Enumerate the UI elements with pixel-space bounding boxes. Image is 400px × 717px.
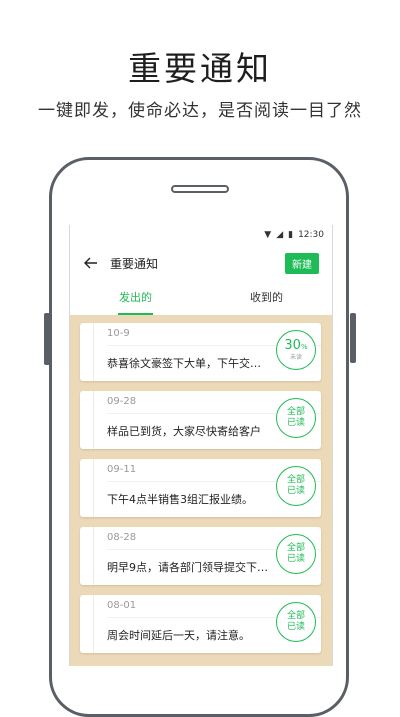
all-read-stamp: 全部 已读: [276, 466, 316, 506]
stamp-line-2: 已读: [286, 418, 305, 428]
stamp-line-1: 全部: [286, 543, 305, 553]
phone-screen: ▼ ◢ ▮ 12:30 重要通知 新建 发出的 收到的 10-9 恭喜徐文豪签下…: [69, 225, 333, 666]
signal-icon: ◢: [276, 230, 284, 240]
wifi-icon: ▼: [264, 230, 272, 240]
notice-text: 样品已到货，大家尽快寄给客户: [107, 425, 261, 438]
tab-bar: 发出的 收到的: [70, 281, 332, 315]
stamp-line-2: 已读: [286, 622, 305, 632]
stamp-line-1: 全部: [286, 475, 305, 485]
card-margin-line: [93, 323, 94, 381]
read-percent-value: 30: [284, 338, 301, 353]
notice-date: 08-28: [107, 532, 137, 543]
notice-date: 10-9: [107, 328, 130, 339]
notice-text: 下午4点半销售3组汇报业绩。: [107, 493, 253, 506]
notice-date: 09-28: [107, 396, 137, 407]
phone-side-button-left: [44, 313, 50, 365]
battery-icon: ▮: [288, 230, 294, 240]
stamp-line-1: 全部: [286, 611, 305, 621]
all-read-stamp: 全部 已读: [276, 398, 316, 438]
card-margin-line: [93, 595, 94, 653]
all-read-stamp: 全部 已读: [276, 602, 316, 642]
all-read-stamp: 全部 已读: [276, 534, 316, 574]
notice-text: 周会时间延后一天，请注意。: [107, 629, 250, 642]
top-bar: 重要通知 新建: [70, 245, 332, 281]
stamp-line-1: 全部: [286, 407, 305, 417]
card-margin-line: [93, 527, 94, 585]
notice-card[interactable]: 10-9 恭喜徐文豪签下大单，下午交… 30% 未读: [80, 323, 321, 381]
phone-side-button-right: [350, 313, 356, 363]
notice-date: 08-01: [107, 600, 137, 611]
read-percent-stamp: 30% 未读: [276, 330, 316, 370]
read-percent-unit: %: [300, 343, 308, 351]
card-margin-line: [93, 391, 94, 449]
phone-speaker: [171, 185, 229, 193]
tab-received[interactable]: 收到的: [201, 281, 332, 315]
notice-card[interactable]: 08-28 明早9点，请各部门领导提交下… 全部 已读: [80, 527, 321, 585]
back-arrow-icon[interactable]: [84, 256, 98, 270]
stamp-line-2: 已读: [286, 486, 305, 496]
notice-text: 明早9点，请各部门领导提交下…: [107, 561, 268, 574]
notice-card[interactable]: 09-11 下午4点半销售3组汇报业绩。 全部 已读: [80, 459, 321, 517]
notice-date: 09-11: [107, 464, 137, 475]
notice-card[interactable]: 09-28 样品已到货，大家尽快寄给客户 全部 已读: [80, 391, 321, 449]
tab-sent[interactable]: 发出的: [70, 281, 201, 315]
read-percent-label: 未读: [289, 354, 302, 361]
promo-title: 重要通知: [128, 49, 272, 88]
page-title: 重要通知: [110, 257, 159, 271]
promo-subtitle: 一键即发，使命必达，是否阅读一目了然: [38, 101, 362, 121]
notice-list: 10-9 恭喜徐文豪签下大单，下午交… 30% 未读 09-28 样品已到货，大…: [70, 315, 332, 666]
new-button[interactable]: 新建: [285, 253, 319, 274]
notice-text: 恭喜徐文豪签下大单，下午交…: [107, 357, 261, 370]
stamp-line-2: 已读: [286, 554, 305, 564]
card-margin-line: [93, 459, 94, 517]
status-time: 12:30: [298, 230, 324, 240]
status-bar: ▼ ◢ ▮ 12:30: [70, 225, 332, 245]
notice-card[interactable]: 08-01 周会时间延后一天，请注意。 全部 已读: [80, 595, 321, 653]
